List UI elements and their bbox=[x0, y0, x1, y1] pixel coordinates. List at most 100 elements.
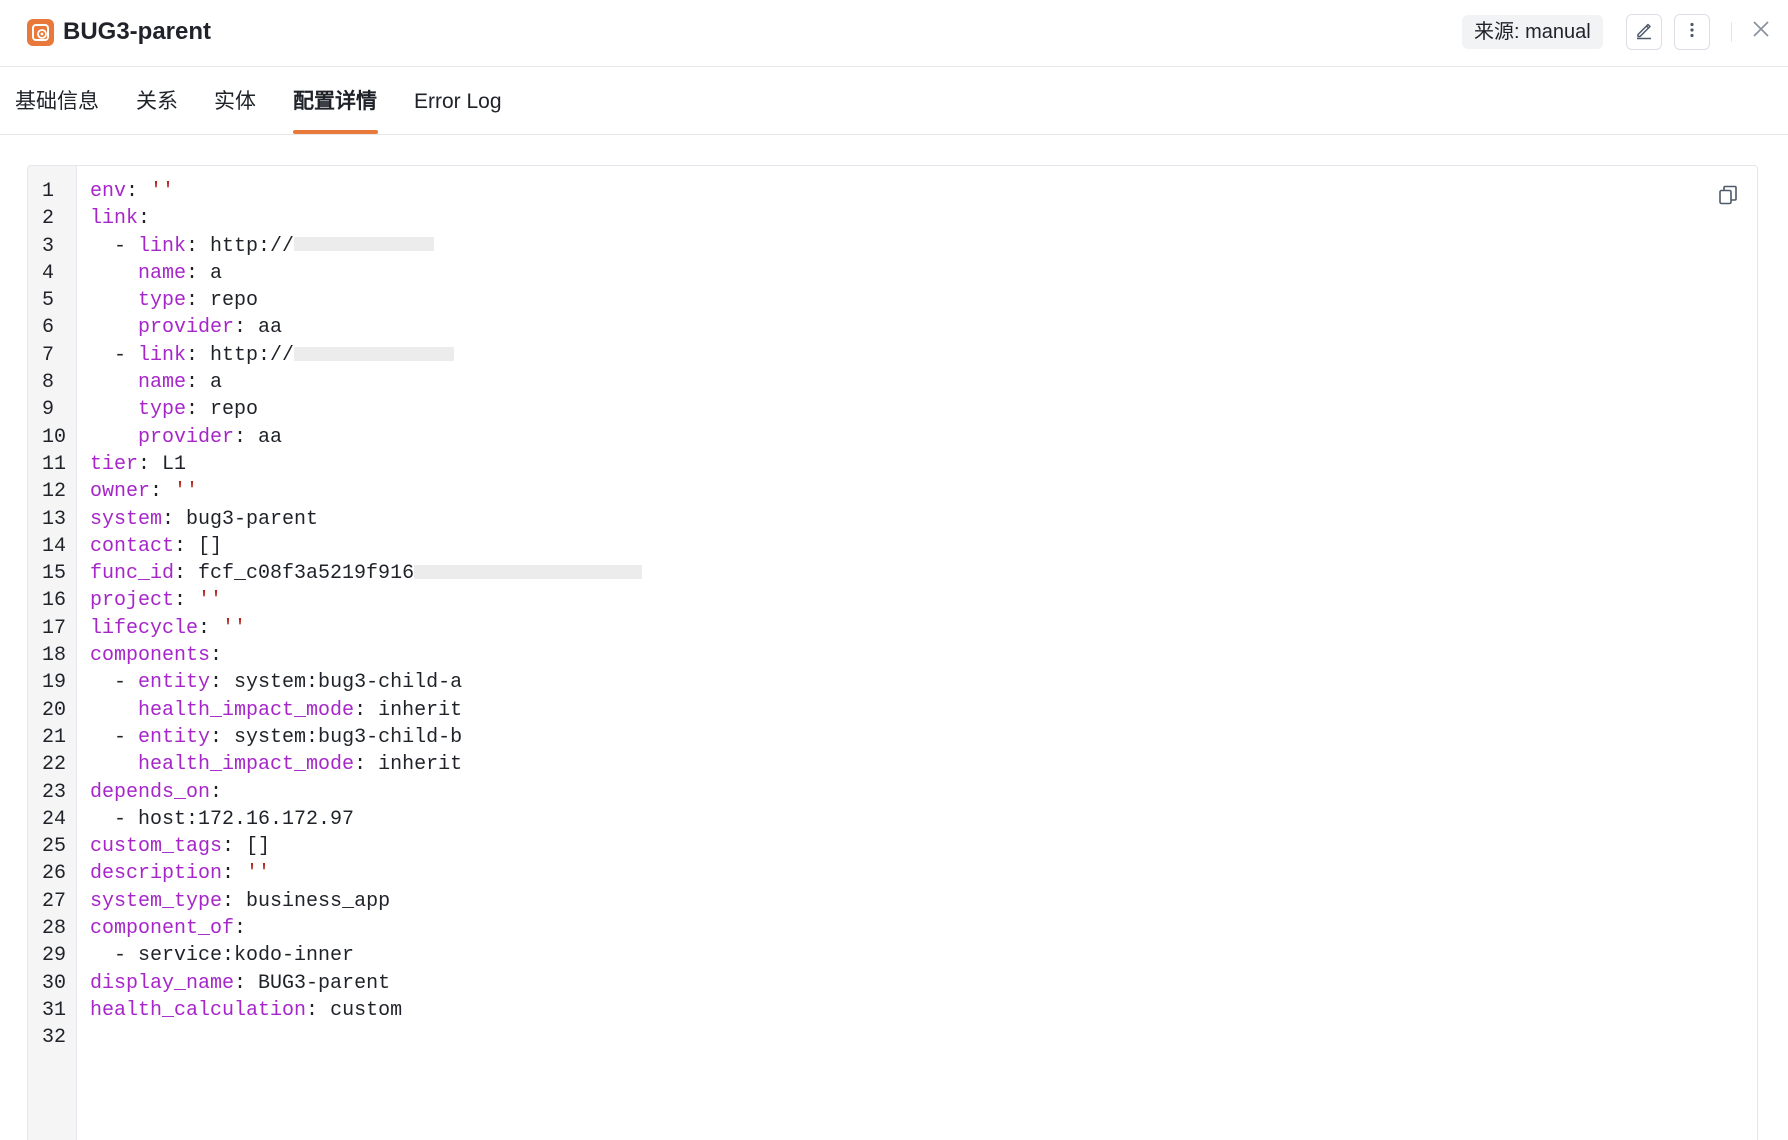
line-number: 2 bbox=[42, 207, 55, 231]
yaml-value: system:bug3-child-a bbox=[234, 671, 463, 695]
code-line: health_calculation: custom bbox=[90, 997, 642, 1024]
code-line: system: bug3-parent bbox=[90, 506, 642, 533]
yaml-key: name bbox=[138, 261, 187, 285]
yaml-value: service:kodo-inner bbox=[138, 944, 355, 968]
line-number-gutter: 1 2 3 4 5 6 7 8 9 10 11 12 13 14 15 16 17 18 19 20 21 22 23 24 2… bbox=[28, 166, 77, 1140]
yaml-separator: : bbox=[234, 425, 259, 449]
yaml-separator: : bbox=[234, 917, 247, 941]
tab-error-log[interactable]: Error Log bbox=[414, 87, 502, 117]
yaml-key: health_calculation bbox=[90, 998, 307, 1022]
tab-relations[interactable]: 关系 bbox=[136, 87, 178, 117]
code-line: link: bbox=[90, 205, 642, 232]
yaml-key: tier bbox=[90, 452, 139, 476]
yaml-key: project bbox=[90, 589, 175, 613]
line-number: 21 bbox=[42, 725, 67, 749]
yaml-separator: : bbox=[210, 671, 235, 695]
line-number: 5 bbox=[42, 289, 55, 313]
line-number: 1 bbox=[42, 180, 55, 203]
yaml-separator: : bbox=[186, 343, 211, 367]
yaml-value: [] bbox=[246, 835, 271, 859]
code-line: type: repo bbox=[90, 287, 642, 314]
yaml-separator: : bbox=[162, 507, 187, 531]
yaml-key: depends_on bbox=[90, 780, 211, 804]
yaml-key: entity bbox=[138, 671, 211, 695]
code-line: env: '' bbox=[90, 178, 642, 205]
line-number: 11 bbox=[42, 452, 67, 476]
yaml-separator: : bbox=[138, 207, 151, 231]
line-number: 14 bbox=[42, 534, 67, 558]
yaml-key: provider bbox=[138, 425, 235, 449]
yaml-value: aa bbox=[258, 425, 283, 449]
line-number: 25 bbox=[42, 835, 67, 859]
yaml-key: contact bbox=[90, 534, 175, 558]
code-indent: - bbox=[90, 807, 139, 831]
code-line: display_name: BUG3-parent bbox=[90, 970, 642, 997]
line-number: 18 bbox=[42, 644, 67, 668]
yaml-value: custom bbox=[330, 998, 403, 1022]
copy-icon bbox=[1717, 184, 1739, 211]
close-button[interactable] bbox=[1748, 18, 1774, 44]
config-code-viewer[interactable]: 1 2 3 4 5 6 7 8 9 10 11 12 13 14 15 16 17 18 19 20 21 22 23 24 2… bbox=[27, 165, 1758, 1140]
yaml-key: type bbox=[138, 289, 187, 313]
code-indent: - bbox=[90, 671, 139, 695]
yaml-separator: : bbox=[210, 780, 223, 804]
code-line: name: a bbox=[90, 369, 642, 396]
line-number: 9 bbox=[42, 398, 55, 422]
line-number: 22 bbox=[42, 753, 67, 777]
code-content: env: '' link: - link: http:// name: a typ… bbox=[90, 178, 643, 1052]
yaml-separator: : bbox=[222, 889, 247, 913]
yaml-value: '' bbox=[198, 589, 223, 613]
line-number: 8 bbox=[42, 371, 55, 395]
line-number: 32 bbox=[42, 1026, 67, 1050]
yaml-separator: : bbox=[186, 371, 211, 395]
close-icon bbox=[1751, 19, 1771, 44]
yaml-value: fcf_c08f3a5219f916 bbox=[198, 562, 415, 586]
yaml-separator: : bbox=[150, 480, 175, 504]
code-line: health_impact_mode: inherit bbox=[90, 751, 642, 778]
yaml-key: component_of bbox=[90, 917, 235, 941]
more-actions-button[interactable] bbox=[1674, 14, 1710, 50]
code-indent: - bbox=[90, 944, 139, 968]
yaml-value: '' bbox=[150, 180, 175, 203]
yaml-key: link bbox=[90, 207, 139, 231]
copy-button[interactable] bbox=[1714, 183, 1742, 211]
yaml-value: '' bbox=[246, 862, 271, 886]
line-number: 10 bbox=[42, 425, 67, 449]
yaml-value: business_app bbox=[246, 889, 391, 913]
yaml-separator: : bbox=[198, 616, 223, 640]
yaml-key: entity bbox=[138, 725, 211, 749]
tab-bar: 基础信息 关系 实体 配置详情 Error Log bbox=[0, 67, 1788, 135]
yaml-value: '' bbox=[222, 616, 247, 640]
redacted-value bbox=[294, 346, 455, 361]
code-indent: - bbox=[90, 234, 139, 258]
yaml-key: system bbox=[90, 507, 163, 531]
yaml-key: display_name bbox=[90, 971, 235, 995]
yaml-value: L1 bbox=[162, 452, 187, 476]
edit-button[interactable] bbox=[1626, 14, 1662, 50]
yaml-key: name bbox=[138, 371, 187, 395]
code-line: - entity: system:bug3-child-a bbox=[90, 669, 642, 696]
line-numbers: 1 2 3 4 5 6 7 8 9 10 11 12 13 14 15 16 17 18 19 20 21 22 23 24 2… bbox=[28, 178, 77, 1052]
tab-entity[interactable]: 实体 bbox=[214, 87, 256, 117]
yaml-key: description bbox=[90, 862, 223, 886]
code-indent: - bbox=[90, 725, 139, 749]
yaml-value: aa bbox=[258, 316, 283, 340]
tab-basic-info[interactable]: 基础信息 bbox=[15, 87, 99, 117]
yaml-key: provider bbox=[138, 316, 235, 340]
line-number: 4 bbox=[42, 261, 55, 285]
line-number: 26 bbox=[42, 862, 67, 886]
yaml-key: type bbox=[138, 398, 187, 422]
yaml-separator: : bbox=[186, 234, 211, 258]
yaml-separator: : bbox=[174, 562, 199, 586]
tab-config-details[interactable]: 配置详情 bbox=[293, 87, 377, 117]
drawer-header: BUG3-parent 来源: manual bbox=[0, 0, 1788, 67]
yaml-key: health_impact_mode bbox=[138, 698, 355, 722]
yaml-key: env bbox=[90, 180, 127, 203]
redacted-value bbox=[414, 564, 643, 579]
yaml-key: components bbox=[90, 644, 211, 668]
code-line: health_impact_mode: inherit bbox=[90, 697, 642, 724]
